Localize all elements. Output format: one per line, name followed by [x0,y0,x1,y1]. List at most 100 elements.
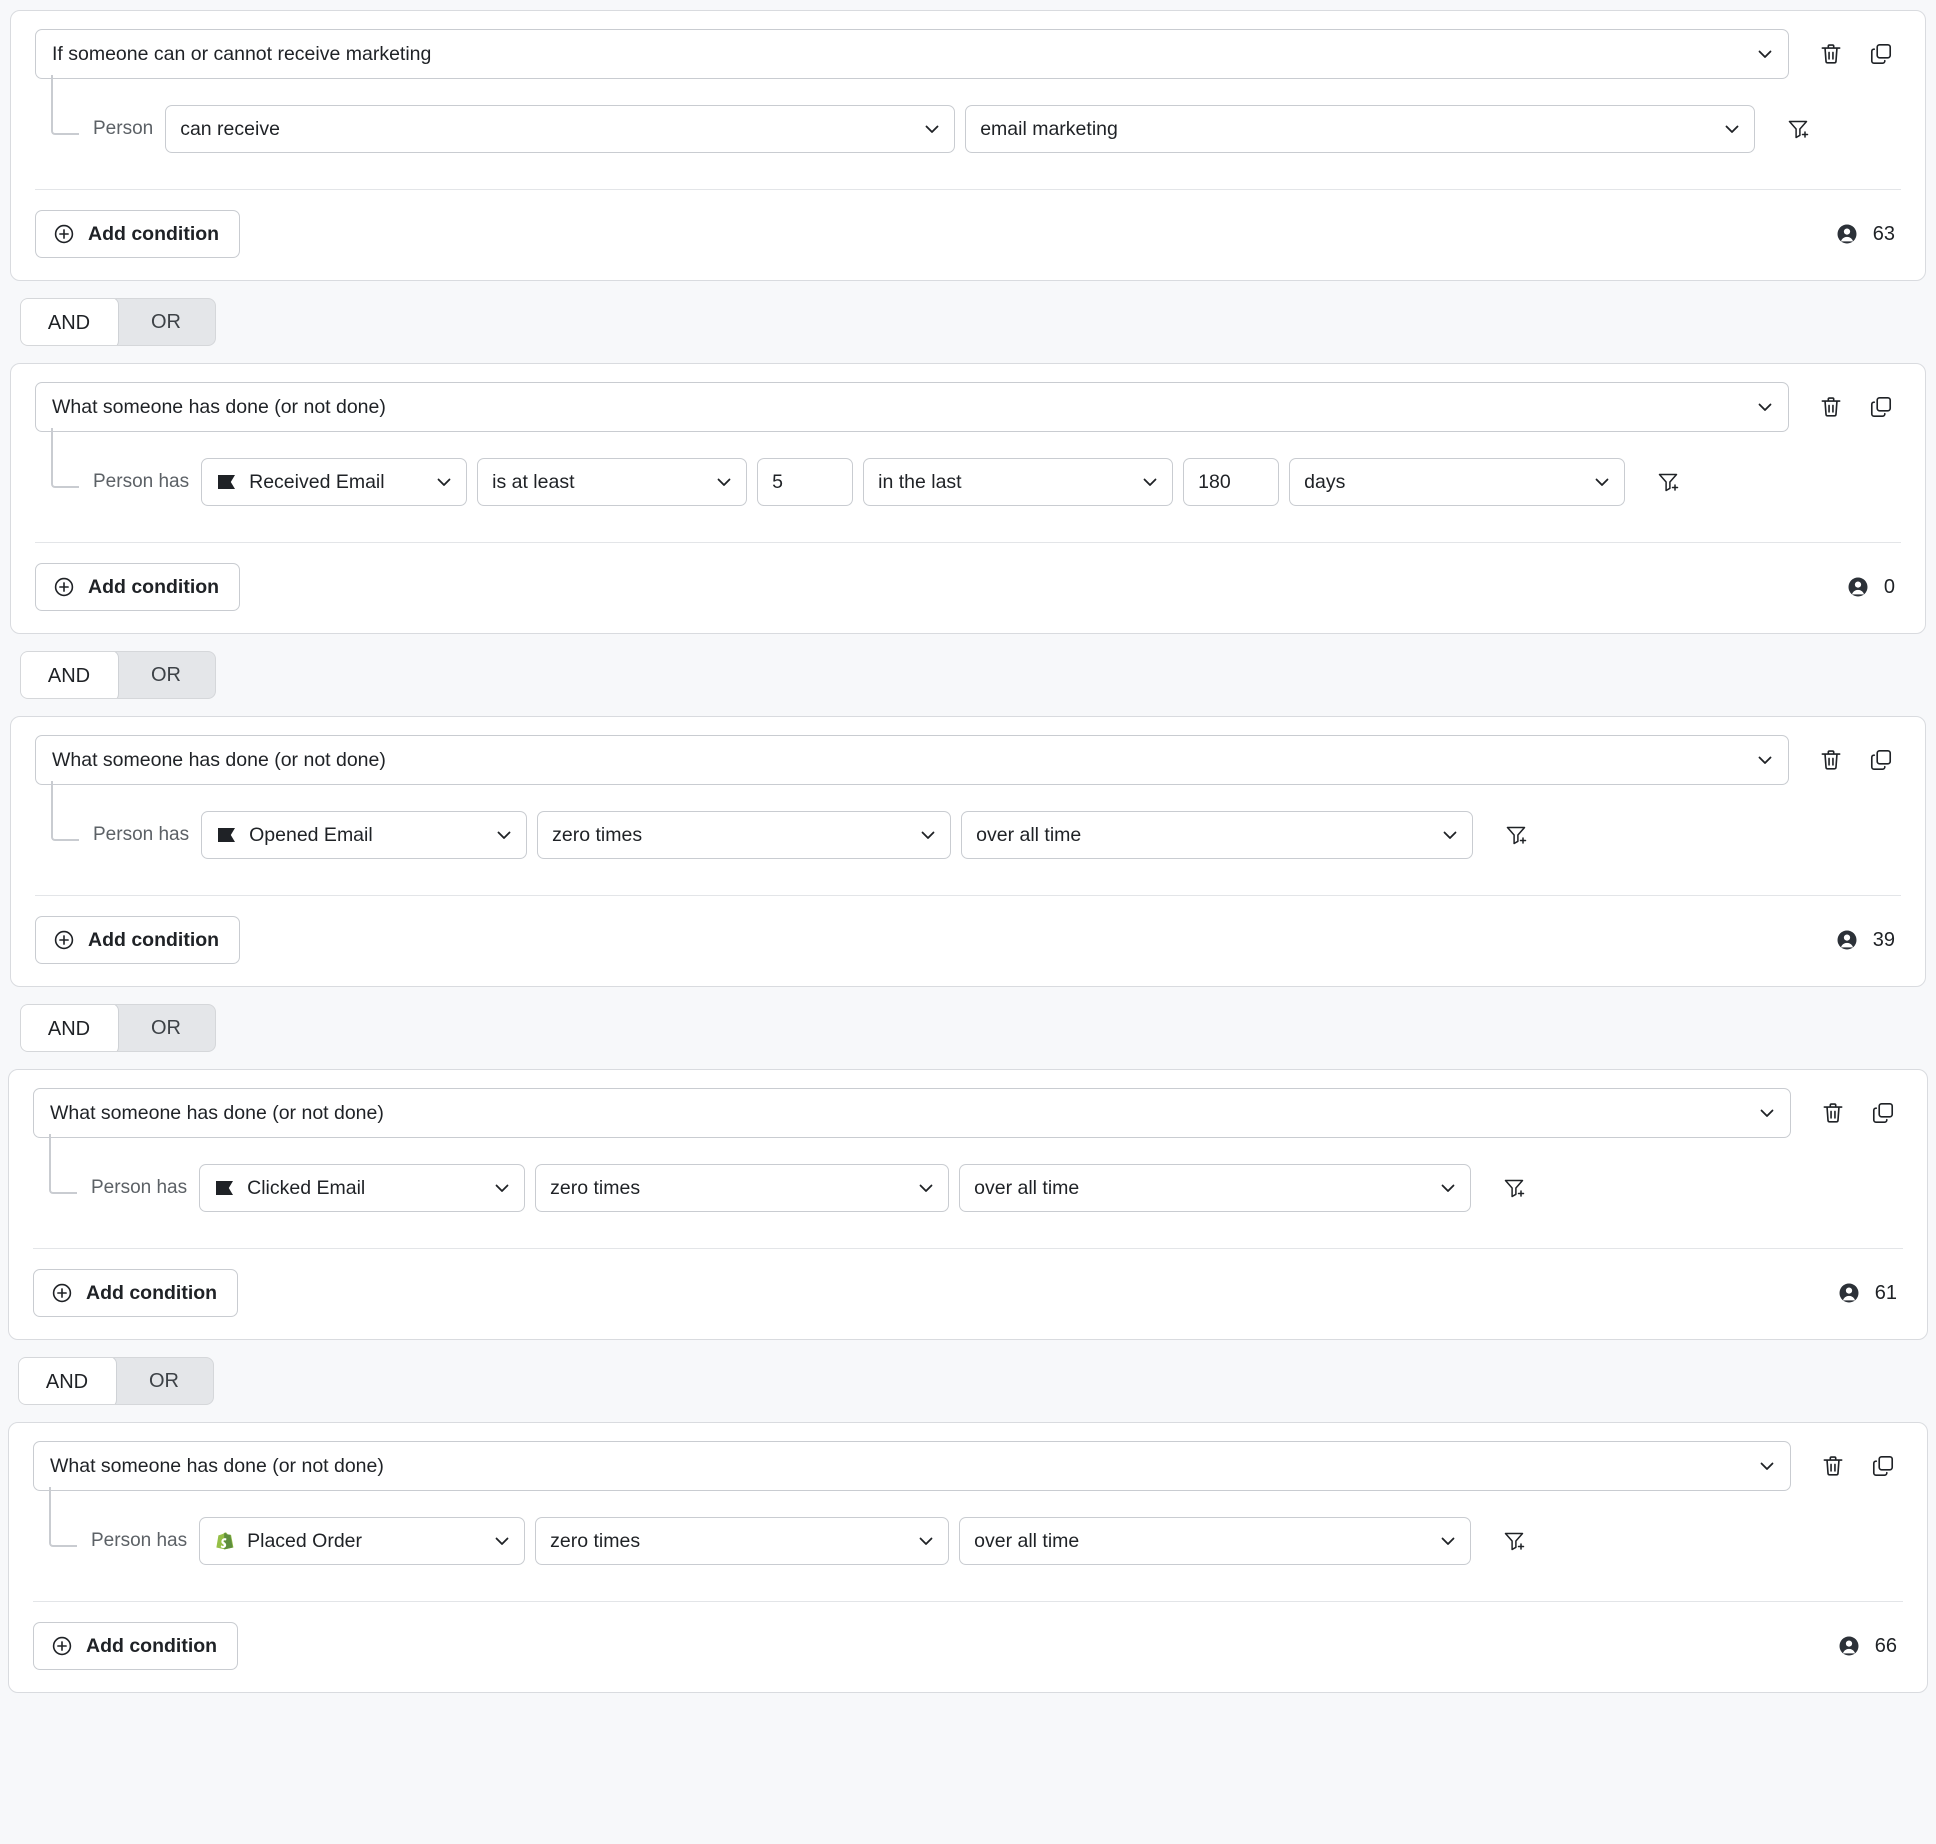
group-2-operator-select[interactable]: is at least [477,458,748,506]
conjunction-1-toggle: AND OR [20,298,216,346]
person-icon [1835,928,1859,952]
group-3-condition-label: Person has [93,824,190,845]
conjunction-2-and-option[interactable]: AND [21,652,118,698]
group-4-duplicate-button[interactable] [1863,1093,1903,1133]
group-4-operator-select[interactable]: zero times [535,1164,950,1212]
chevron-down-icon [1757,1456,1777,1476]
group-5-delete-button[interactable] [1813,1446,1853,1486]
condition-group-4: What someone has done (or not done) Pers… [8,1069,1928,1340]
group-1-delete-button[interactable] [1811,34,1851,74]
group-4-metric-value: Clicked Email [247,1176,366,1199]
group-5-add-condition-label: Add condition [86,1634,218,1657]
group-1-add-filter-button[interactable] [1779,110,1817,148]
group-1-add-condition-button[interactable]: Add condition [35,210,241,258]
group-3-count-value: 39 [1872,928,1895,951]
group-1-consent-channel-value: email marketing [980,117,1118,140]
group-3-metric-select[interactable]: Opened Email [201,811,528,859]
conjunction-3-or-option[interactable]: OR [117,1005,215,1051]
group-2-add-filter-button[interactable] [1649,463,1687,501]
group-4-condition-row: Person has Clicked Email zero times over… [33,1138,1903,1212]
group-3-duplicate-button[interactable] [1861,740,1901,780]
conjunction-2-or-option[interactable]: OR [117,652,215,698]
group-3-definition-select[interactable]: What someone has done (or not done) [35,735,1789,785]
group-definition-row: What someone has done (or not done) [33,1441,1903,1491]
flag-icon [216,824,238,846]
conjunction-1-or-option[interactable]: OR [117,299,215,345]
group-1-condition-row: Person can receive email marketing [35,79,1901,153]
conjunction-1-row: AND OR [10,281,1936,363]
group-2-delete-button[interactable] [1811,387,1851,427]
group-2-metric-select[interactable]: Received Email [201,458,468,506]
group-5-add-condition-button[interactable]: Add condition [33,1622,239,1670]
chevron-down-icon [1592,472,1612,492]
group-1-definition-select[interactable]: If someone can or cannot receive marketi… [35,29,1789,79]
group-1-consent-channel-select[interactable]: email marketing [965,105,1756,153]
group-4-delete-button[interactable] [1813,1093,1853,1133]
group-3-timeframe-select[interactable]: over all time [961,811,1474,859]
person-icon [1835,222,1859,246]
tree-connector [49,1134,77,1194]
group-1-consent-status-select[interactable]: can receive [165,105,956,153]
group-4-definition-select[interactable]: What someone has done (or not done) [33,1088,1791,1138]
group-5-metric-select[interactable]: Placed Order [199,1517,526,1565]
tree-connector [49,1487,77,1547]
group-definition-row: What someone has done (or not done) [35,735,1901,785]
plus-circle-icon [50,1281,74,1305]
group-2-condition-wrap: Person has Received Email is at least 5 … [35,428,1901,506]
group-2-duplicate-button[interactable] [1861,387,1901,427]
condition-group-2: What someone has done (or not done) Pers… [10,363,1926,634]
group-4-add-filter-button[interactable] [1495,1169,1533,1207]
group-5-condition-label: Person has [91,1530,188,1551]
conjunction-4-row: AND OR [8,1340,1936,1422]
group-4-profile-count: 61 [1837,1281,1903,1305]
group-4-operator-value: zero times [550,1176,641,1199]
condition-group-1: If someone can or cannot receive marketi… [10,10,1926,281]
group-3-add-condition-button[interactable]: Add condition [35,916,241,964]
group-1-definition-text: If someone can or cannot receive marketi… [52,42,432,65]
conjunction-1-and-option[interactable]: AND [21,299,118,345]
condition-group-5: What someone has done (or not done) Pers… [8,1422,1928,1693]
chevron-down-icon [916,1178,936,1198]
group-4-timeframe-select[interactable]: over all time [959,1164,1472,1212]
group-5-add-filter-button[interactable] [1495,1522,1533,1560]
group-5-timeframe-select[interactable]: over all time [959,1517,1472,1565]
chevron-down-icon [922,119,942,139]
group-5-operator-select[interactable]: zero times [535,1517,950,1565]
group-2-definition-select[interactable]: What someone has done (or not done) [35,382,1789,432]
group-4-condition-label: Person has [91,1177,188,1198]
group-2-definition-text: What someone has done (or not done) [52,395,386,418]
group-2-duration-text: 180 [1198,470,1231,493]
group-3-condition-row: Person has Opened Email zero times over … [35,785,1901,859]
conjunction-3-and-option[interactable]: AND [21,1005,118,1051]
group-1-duplicate-button[interactable] [1861,34,1901,74]
conjunction-2-toggle: AND OR [20,651,216,699]
segment-condition-builder: If someone can or cannot receive marketi… [0,0,1936,1693]
group-3-operator-select[interactable]: zero times [537,811,952,859]
group-4-metric-select[interactable]: Clicked Email [199,1164,526,1212]
group-2-add-condition-button[interactable]: Add condition [35,563,241,611]
group-4-add-condition-label: Add condition [86,1281,218,1304]
conjunction-2-row: AND OR [10,634,1936,716]
shopify-icon [214,1530,236,1552]
tree-connector [51,75,79,135]
group-definition-row: What someone has done (or not done) [35,382,1901,432]
group-5-definition-text: What someone has done (or not done) [50,1454,384,1477]
group-5-condition-wrap: Person has Placed Order zero times over … [33,1487,1903,1565]
group-3-add-condition-label: Add condition [88,928,220,951]
group-1-footer: Add condition 63 [35,189,1901,280]
group-2-duration-input[interactable]: 180 [1183,458,1280,506]
conjunction-4-and-option[interactable]: AND [19,1358,116,1404]
group-5-duplicate-button[interactable] [1863,1446,1903,1486]
group-3-delete-button[interactable] [1811,740,1851,780]
group-4-add-condition-button[interactable]: Add condition [33,1269,239,1317]
chevron-down-icon [1438,1531,1458,1551]
conjunction-4-or-option[interactable]: OR [115,1358,213,1404]
group-2-value-input[interactable]: 5 [757,458,854,506]
group-2-unit-select[interactable]: days [1289,458,1626,506]
group-2-timeframe-select[interactable]: in the last [863,458,1174,506]
chevron-down-icon [1755,750,1775,770]
plus-circle-icon [50,1634,74,1658]
group-5-definition-select[interactable]: What someone has done (or not done) [33,1441,1791,1491]
group-3-add-filter-button[interactable] [1497,816,1535,854]
group-2-value-text: 5 [772,470,783,493]
